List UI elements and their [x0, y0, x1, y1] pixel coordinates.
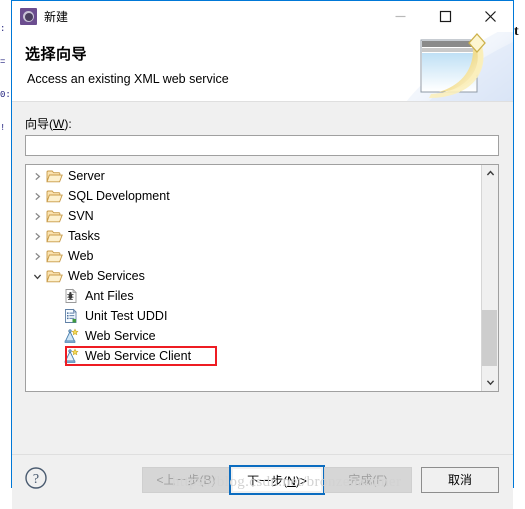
folder-icon — [45, 247, 63, 265]
wizard-label-prefix: 向导( — [25, 117, 53, 131]
maximize-icon[interactable] — [423, 1, 468, 32]
chevron-up-icon[interactable] — [482, 165, 498, 182]
chevron-down-icon[interactable] — [482, 374, 498, 391]
folder-icon — [45, 227, 63, 245]
chevron-down-icon[interactable] — [29, 266, 45, 286]
wizard-tree-list[interactable]: Server SQL Development SVN Tasks Web Web… — [26, 165, 481, 391]
bg-line: ! — [0, 123, 6, 133]
dialog-body: 向导(W): Server SQL Development SVN Tasks … — [12, 102, 513, 454]
tree-item-sql-development[interactable]: SQL Development — [26, 186, 481, 206]
tree-item-web[interactable]: Web — [26, 246, 481, 266]
bg-line: = — [0, 57, 6, 67]
tree-item-ant-files[interactable]: Ant Files — [26, 286, 481, 306]
tree-item-label: Web Service — [85, 329, 156, 343]
background-right-code-strip: t — [514, 0, 525, 470]
chevron-right-icon[interactable] — [29, 246, 45, 266]
unit-test-icon — [62, 307, 80, 325]
cancel-button[interactable]: 取消 — [421, 467, 499, 493]
chevron-right-icon[interactable] — [29, 206, 45, 226]
tree-item-label: SQL Development — [68, 189, 170, 203]
tree-item-label: Web Services — [68, 269, 145, 283]
wizard-label-suffix: ): — [64, 117, 72, 131]
web-service-icon — [62, 327, 80, 345]
chevron-right-icon[interactable] — [29, 186, 45, 206]
dialog-title: 新建 — [44, 10, 69, 24]
tree-item-label: Ant Files — [85, 289, 134, 303]
tree-item-svn[interactable]: SVN — [26, 206, 481, 226]
page-title: 选择向导 — [25, 46, 88, 63]
chevron-right-icon[interactable] — [29, 226, 45, 246]
folder-icon — [45, 267, 63, 285]
ant-file-icon — [62, 287, 80, 305]
folder-icon — [45, 187, 63, 205]
scrollbar-thumb[interactable] — [482, 310, 497, 366]
chevron-right-icon[interactable] — [29, 166, 45, 186]
folder-icon — [45, 207, 63, 225]
tree-item-web-service[interactable]: Web Service — [26, 326, 481, 346]
tree-item-web-services[interactable]: Web Services — [26, 266, 481, 286]
wizard-window-sparkle-art — [406, 32, 513, 101]
tree-item-label: Server — [68, 169, 105, 183]
tree-item-label: Tasks — [68, 229, 100, 243]
new-wizard-dialog: 新建 选择向导 Access an existing XML web servi… — [11, 0, 514, 509]
web-service-client-icon — [62, 347, 80, 365]
close-icon[interactable] — [468, 1, 513, 32]
watermark-text: https://blog.csdn.net/bronzehammer — [172, 474, 402, 490]
folder-icon — [45, 167, 63, 185]
dialog-titlebar: 新建 — [12, 1, 513, 32]
page-subtitle: Access an existing XML web service — [27, 72, 229, 86]
svg-text:?: ? — [33, 472, 39, 487]
minimize-icon[interactable] — [378, 1, 423, 32]
tree-item-unit-test-uddi[interactable]: Unit Test UDDI — [26, 306, 481, 326]
wizard-tree-container: Server SQL Development SVN Tasks Web Web… — [25, 164, 499, 392]
bg-line: 0: — [0, 90, 11, 100]
tree-item-label: Unit Test UDDI — [85, 309, 168, 323]
wizard-app-icon — [20, 8, 37, 25]
window-controls — [378, 1, 513, 32]
bg-right-character: t — [514, 24, 519, 39]
bg-line: : — [0, 24, 6, 34]
background-left-code-strip: : = 0: ! — [0, 0, 11, 470]
tree-item-label: Web — [68, 249, 94, 263]
tree-item-server[interactable]: Server — [26, 166, 481, 186]
tree-scrollbar[interactable] — [481, 165, 498, 391]
wizard-filter-input[interactable] — [25, 135, 499, 156]
wizard-label-mnemonic: W — [53, 117, 65, 131]
wizard-field-label: 向导(W): — [25, 115, 72, 132]
dialog-banner: 选择向导 Access an existing XML web service — [12, 32, 513, 102]
scrollbar-track[interactable] — [482, 182, 498, 374]
help-icon[interactable]: ? — [23, 465, 49, 491]
tree-item-web-service-client[interactable]: Web Service Client — [26, 346, 481, 366]
tree-item-label: SVN — [68, 209, 94, 223]
tree-item-label: Web Service Client — [85, 349, 192, 363]
tree-item-tasks[interactable]: Tasks — [26, 226, 481, 246]
